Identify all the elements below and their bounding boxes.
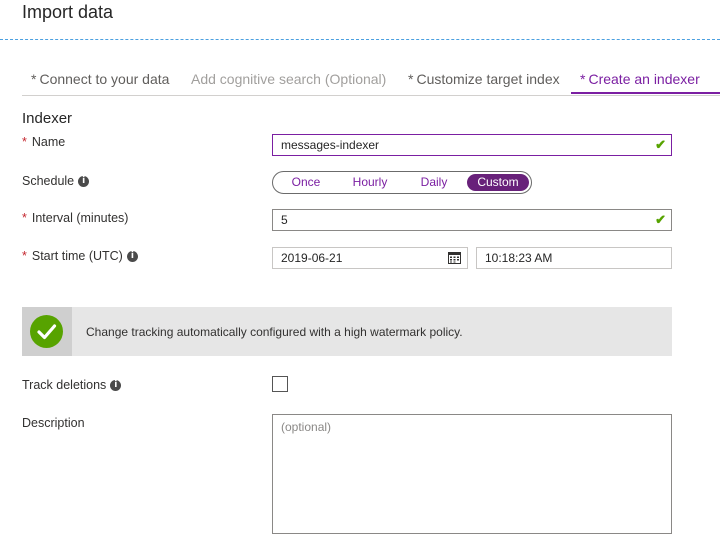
tab-required-marker: * (408, 71, 414, 87)
tab-customize-target-index[interactable]: * Customize target index (408, 71, 560, 87)
start-date-input[interactable]: 2019-06-21 (272, 247, 468, 269)
schedule-option-custom[interactable]: Custom (467, 174, 529, 191)
schedule-label: Schedule i (22, 174, 90, 188)
tab-label: Customize target index (416, 71, 560, 87)
info-icon[interactable]: i (126, 251, 138, 263)
tab-connect-to-your-data[interactable]: * Connect to your data (31, 71, 169, 87)
start-time-input[interactable]: 10:18:23 AM (476, 247, 672, 269)
info-icon[interactable]: i (110, 380, 122, 392)
section-title: Indexer (22, 110, 73, 127)
start-date-value: 2019-06-21 (281, 251, 343, 265)
track-deletions-checkbox[interactable] (272, 376, 288, 392)
calendar-icon[interactable] (448, 251, 461, 264)
tab-required-marker: * (580, 71, 586, 87)
interval-input-value: 5 (281, 213, 288, 227)
schedule-option-daily[interactable]: Daily (409, 174, 459, 191)
track-deletions-label-text: Track deletions (22, 378, 107, 392)
required-marker: * (22, 135, 27, 149)
schedule-option-once[interactable]: Once (281, 174, 331, 191)
name-input[interactable]: messages-indexer ✔ (272, 134, 672, 156)
tab-create-an-indexer[interactable]: * Create an indexer (580, 71, 700, 87)
interval-input[interactable]: 5 ✔ (272, 209, 672, 231)
checkmark-circle-icon (30, 315, 63, 348)
banner-icon-area (22, 307, 72, 356)
wizard-tabs: * Connect to your data Add cognitive sear… (22, 64, 720, 96)
banner-message: Change tracking automatically configured… (86, 325, 463, 339)
interval-label: * Interval (minutes) (22, 211, 128, 225)
interval-label-text: Interval (minutes) (31, 211, 129, 225)
valid-check-icon: ✔ (655, 137, 666, 152)
info-icon[interactable]: i (78, 176, 90, 188)
required-marker: * (22, 211, 27, 225)
start-time-label-text: Start time (UTC) (31, 249, 123, 263)
start-time-value: 10:18:23 AM (485, 251, 553, 265)
track-deletions-label: Track deletions i (22, 378, 122, 392)
tab-label: Create an indexer (588, 71, 700, 87)
schedule-option-hourly[interactable]: Hourly (343, 174, 397, 191)
tab-label: Connect to your data (39, 71, 170, 87)
name-label-text: Name (31, 135, 66, 149)
page-title: Import data (22, 2, 114, 22)
schedule-label-text: Schedule (22, 174, 75, 188)
schedule-selector: Once Hourly Daily Custom (272, 171, 532, 194)
description-placeholder: (optional) (281, 420, 332, 434)
required-marker: * (22, 249, 27, 263)
start-time-label: * Start time (UTC) i (22, 249, 138, 263)
change-tracking-banner: Change tracking automatically configured… (22, 307, 672, 356)
active-tab-indicator (571, 92, 720, 94)
tab-add-cognitive-search: Add cognitive search (Optional) (191, 71, 386, 87)
valid-check-icon: ✔ (655, 212, 666, 227)
name-label: * Name (22, 135, 65, 149)
name-input-value: messages-indexer (281, 138, 380, 152)
tab-label: Add cognitive search (Optional) (191, 71, 387, 87)
header-divider (0, 39, 720, 40)
tab-required-marker: * (31, 71, 37, 87)
description-textarea[interactable]: (optional) (272, 414, 672, 534)
description-label: Description (22, 416, 85, 430)
